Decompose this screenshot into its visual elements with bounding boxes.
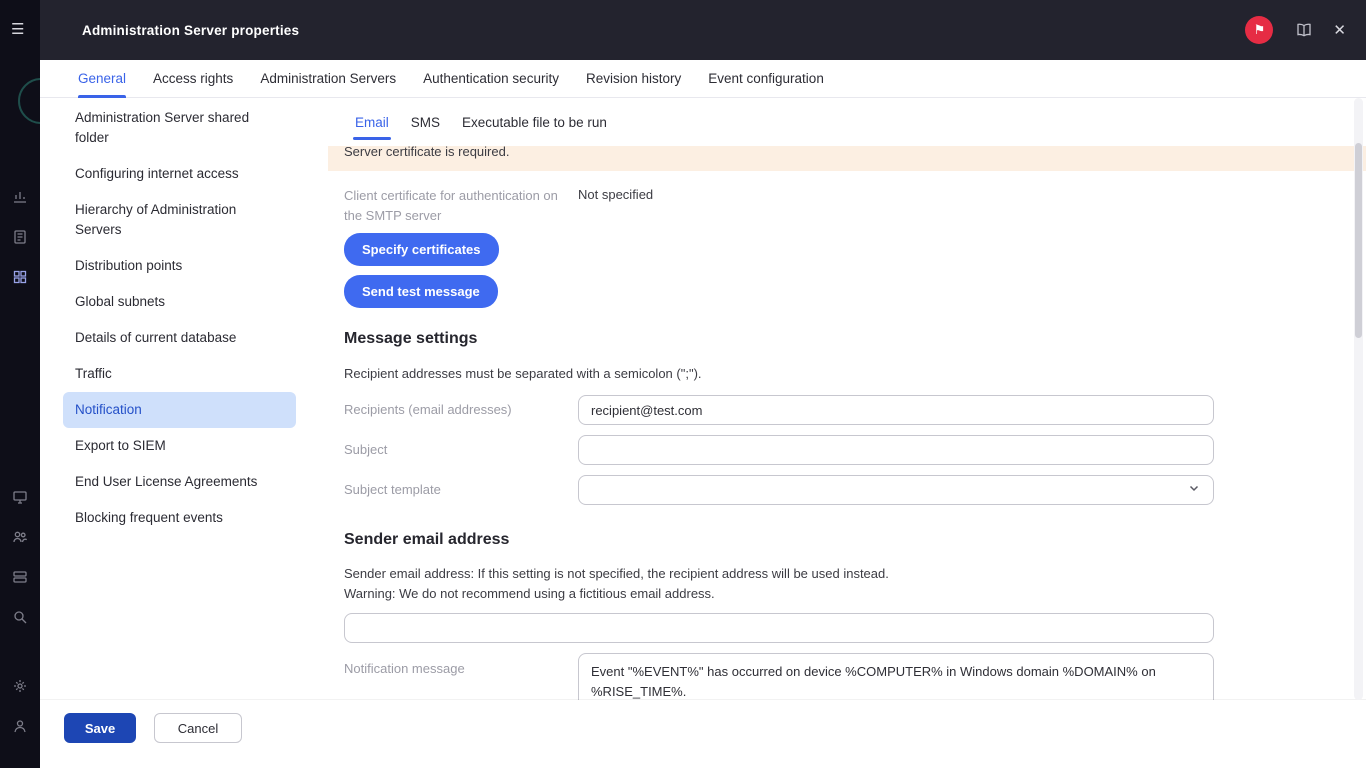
repositories-icon[interactable] [12,569,28,585]
message-settings-heading: Message settings [344,330,477,348]
tab-access-rights[interactable]: Access rights [153,60,233,97]
tab-general[interactable]: General [78,60,126,97]
sender-note-2: Warning: We do not recommend using a fic… [344,586,715,601]
notification-settings-panel: Email SMS Executable file to be run Serv… [328,98,1366,700]
notification-message-textarea[interactable]: Event "%EVENT%" has occurred on device %… [578,653,1214,700]
menu-icon[interactable]: ☰ [11,20,24,38]
recipients-input[interactable] [578,395,1214,425]
sidebar-item-hierarchy[interactable]: Hierarchy of Administration Servers [63,192,296,248]
administration-server-properties-window: ☰ Administration Server prop [0,0,1366,768]
sidebar-item-global-subnets[interactable]: Global subnets [63,284,296,320]
subtab-executable[interactable]: Executable file to be run [460,111,609,134]
sidebar-item-traffic[interactable]: Traffic [63,356,296,392]
account-icon[interactable] [12,718,28,734]
app-icon-rail: ☰ [0,0,40,768]
sidebar-item-shared-folder[interactable]: Administration Server shared folder [63,100,296,156]
page-title: Administration Server properties [82,23,299,38]
save-button[interactable]: Save [64,713,136,743]
subtab-sms[interactable]: SMS [409,111,442,134]
dashboard-grid-icon[interactable] [12,269,28,285]
sender-email-input[interactable] [344,613,1214,643]
general-sections-nav: Administration Server shared folder Conf… [63,100,296,536]
vertical-scrollbar-thumb[interactable] [1355,143,1362,338]
notification-subtab-bar: Email SMS Executable file to be run [328,98,1366,146]
sidebar-item-blocking-frequent-events[interactable]: Blocking frequent events [63,500,296,536]
tab-revision-history[interactable]: Revision history [586,60,681,97]
subtab-email[interactable]: Email [353,111,391,134]
devices-icon[interactable] [12,489,28,505]
sidebar-item-notification[interactable]: Notification [63,392,296,428]
client-certificate-value: Not specified [578,187,653,202]
monitoring-icon[interactable] [12,189,28,205]
tab-event-configuration[interactable]: Event configuration [708,60,824,97]
settings-icon[interactable] [12,678,28,694]
subject-input[interactable] [578,435,1214,465]
tab-authentication-security[interactable]: Authentication security [423,60,559,97]
sidebar-item-export-to-siem[interactable]: Export to SIEM [63,428,296,464]
send-test-message-button[interactable]: Send test message [344,275,498,308]
subject-label: Subject [344,442,387,457]
certificate-warning-banner: Server certificate is required. [328,146,1366,171]
subject-template-select[interactable] [578,475,1214,505]
logo-arc-icon [18,78,40,124]
sidebar-item-eula[interactable]: End User License Agreements [63,464,296,500]
search-icon[interactable] [12,609,28,625]
specify-certificates-button[interactable]: Specify certificates [344,233,499,266]
sidebar-item-internet-access[interactable]: Configuring internet access [63,156,296,192]
cancel-button[interactable]: Cancel [154,713,242,743]
recipients-label: Recipients (email addresses) [344,402,512,417]
sidebar-item-distribution-points[interactable]: Distribution points [63,248,296,284]
documentation-book-icon[interactable] [1295,21,1313,39]
tab-administration-servers[interactable]: Administration Servers [260,60,396,97]
client-certificate-label: Client certificate for authentication on… [344,186,572,226]
close-icon[interactable]: ✕ [1333,21,1346,39]
users-icon[interactable] [12,529,28,545]
sidebar-item-current-database[interactable]: Details of current database [63,320,296,356]
title-bar: Administration Server properties ⚑ ✕ [40,0,1366,60]
dialog-footer: Save Cancel [40,700,1366,768]
recipients-hint-text: Recipient addresses must be separated wi… [344,366,702,381]
banner-text: Server certificate is required. [344,146,1366,162]
sender-note-1: Sender email address: If this setting is… [344,566,889,581]
subject-template-label: Subject template [344,482,441,497]
notification-message-label: Notification message [344,661,465,676]
sender-email-heading: Sender email address [344,531,509,549]
reports-icon[interactable] [12,229,28,245]
kaspersky-flag-icon[interactable]: ⚑ [1245,16,1273,44]
vertical-scrollbar-track[interactable] [1354,98,1363,700]
properties-tab-bar: General Access rights Administration Ser… [40,60,1366,98]
chevron-down-icon [1187,481,1201,500]
